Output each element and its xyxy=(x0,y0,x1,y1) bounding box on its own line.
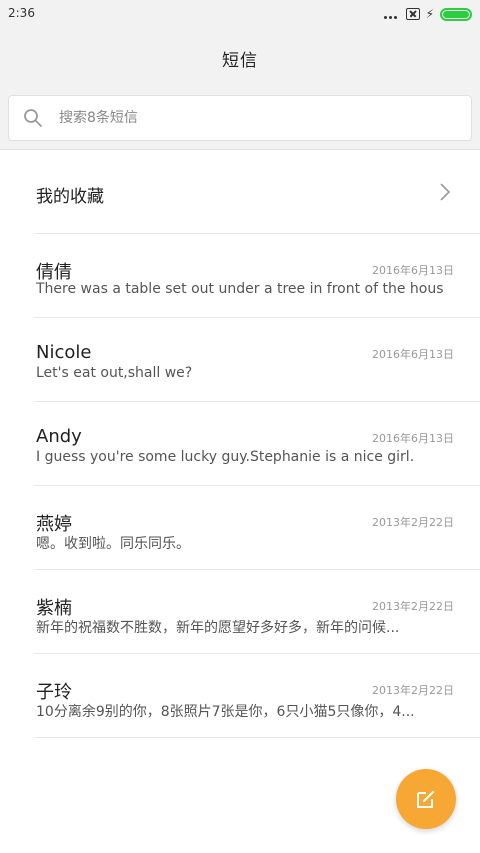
page-title: 短信 xyxy=(222,50,258,71)
message-date: 2013年2月22日 xyxy=(372,600,454,613)
message-date: 2016年6月13日 xyxy=(372,432,454,445)
conversation-row[interactable]: 倩倩 2016年6月13日 There was a table set out … xyxy=(34,234,480,318)
conversation-row[interactable]: 紫楠 2013年2月22日 新年的祝福数不胜数，新年的愿望好多好多，新年的问候.… xyxy=(34,570,480,654)
message-date: 2016年6月13日 xyxy=(372,348,454,361)
message-preview: Let's eat out,shall we? xyxy=(36,365,193,381)
compose-icon xyxy=(417,790,435,808)
message-preview: There was a table set out under a tree i… xyxy=(36,281,444,297)
sim-absent-icon xyxy=(405,8,420,20)
favorites-row[interactable]: 我的收藏 xyxy=(34,150,480,234)
message-date: 2016年6月13日 xyxy=(372,264,454,277)
battery-icon xyxy=(440,7,472,21)
conversation-row[interactable]: 子玲 2013年2月22日 10分离余9别的你，8张照片7张是你，6只小猫5只像… xyxy=(34,654,480,738)
compose-button[interactable] xyxy=(396,769,456,829)
message-date: 2013年2月22日 xyxy=(372,516,454,529)
message-date: 2013年2月22日 xyxy=(372,684,454,697)
message-preview: 10分离余9别的你，8张照片7张是你，6只小猫5只像你，4... xyxy=(36,704,415,720)
message-list: 我的收藏 倩倩 2016年6月13日 There was a table set… xyxy=(0,150,480,738)
message-preview: 新年的祝福数不胜数，新年的愿望好多好多，新年的问候... xyxy=(36,620,400,636)
contact-name: Nicole xyxy=(36,342,92,363)
app-header: 短信 xyxy=(0,28,480,88)
signal-dots-icon xyxy=(383,9,400,19)
conversation-row[interactable]: Nicole 2016年6月13日 Let's eat out,shall we… xyxy=(34,318,480,402)
status-icons: ⚡ xyxy=(383,5,472,23)
search-icon xyxy=(24,109,42,127)
conversation-row[interactable]: 燕婷 2013年2月22日 嗯。收到啦。同乐同乐。 xyxy=(34,486,480,570)
conversation-row[interactable]: Andy 2016年6月13日 I guess you're some luck… xyxy=(34,402,480,486)
search-box[interactable] xyxy=(8,95,472,141)
charging-icon: ⚡ xyxy=(425,7,434,21)
favorites-label: 我的收藏 xyxy=(36,187,104,207)
chevron-right-icon xyxy=(440,183,451,201)
contact-name: Andy xyxy=(36,426,82,447)
message-preview: I guess you're some lucky guy.Stephanie … xyxy=(36,449,415,465)
search-input[interactable] xyxy=(59,96,459,140)
search-area xyxy=(0,88,480,150)
status-time: 2:36 xyxy=(8,6,35,20)
status-bar: 2:36 ⚡ xyxy=(0,0,480,28)
message-preview: 嗯。收到啦。同乐同乐。 xyxy=(36,536,190,552)
